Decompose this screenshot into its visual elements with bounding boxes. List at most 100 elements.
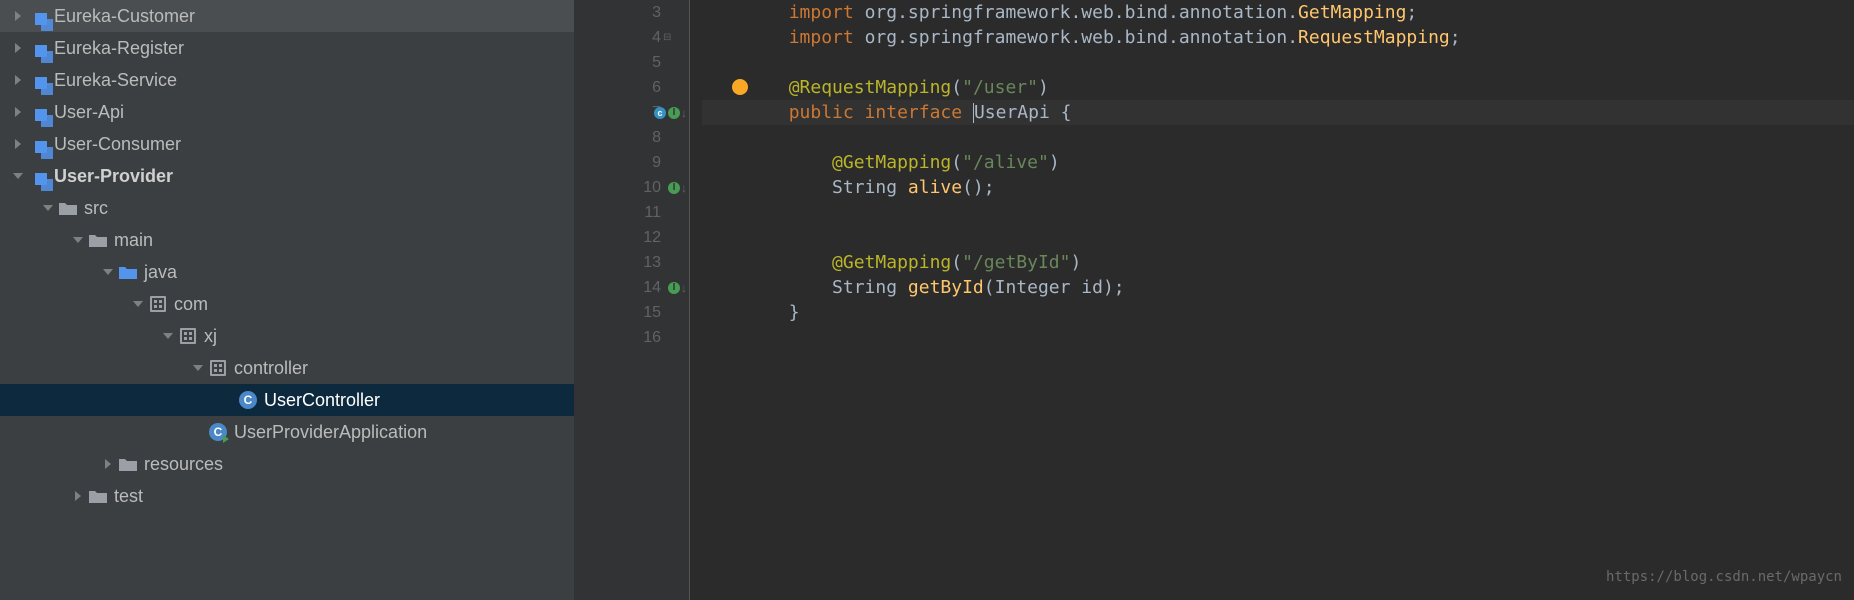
class-icon: C (238, 390, 258, 410)
gutter: 34⊟567c8910111213141516 (575, 0, 690, 600)
code-line[interactable]: import org.springframework.web.bind.anno… (702, 0, 1854, 25)
tree-item-label: controller (234, 358, 308, 379)
code-content[interactable]: import org.springframework.web.bind.anno… (690, 0, 1854, 600)
folder-icon (58, 198, 78, 218)
module-icon (28, 134, 48, 154)
tree-item-usercontroller[interactable]: C UserController (0, 384, 574, 416)
tree-item-test[interactable]: test (0, 480, 574, 512)
code-line[interactable]: @RequestMapping("/user") (702, 75, 1854, 100)
tree-item-label: Eureka-Register (54, 38, 184, 59)
expand-arrow-icon[interactable] (8, 75, 28, 85)
tree-item-resources[interactable]: resources (0, 448, 574, 480)
expand-arrow-icon[interactable] (188, 363, 208, 373)
gutter-line[interactable]: 11 (575, 200, 689, 225)
tree-item-label: User-Consumer (54, 134, 181, 155)
tree-item-com[interactable]: com (0, 288, 574, 320)
expand-arrow-icon[interactable] (38, 203, 58, 213)
gutter-line[interactable]: 7c (575, 100, 689, 125)
tree-item-user-provider[interactable]: User-Provider (0, 160, 574, 192)
code-line[interactable]: } (702, 300, 1854, 325)
code-line[interactable] (702, 50, 1854, 75)
gutter-line[interactable]: 13 (575, 250, 689, 275)
code-line[interactable] (702, 200, 1854, 225)
gutter-line[interactable]: 8 (575, 125, 689, 150)
tree-item-eureka-service[interactable]: Eureka-Service (0, 64, 574, 96)
tree-item-label: resources (144, 454, 223, 475)
tree-item-user-api[interactable]: User-Api (0, 96, 574, 128)
expand-arrow-icon[interactable] (8, 43, 28, 53)
tree-item-label: xj (204, 326, 217, 347)
tree-item-label: java (144, 262, 177, 283)
code-line[interactable]: import org.springframework.web.bind.anno… (702, 25, 1854, 50)
tree-item-label: UserProviderApplication (234, 422, 427, 443)
tree-item-main[interactable]: main (0, 224, 574, 256)
has-implementations-icon[interactable] (668, 281, 687, 295)
tree-item-eureka-customer[interactable]: Eureka-Customer (0, 0, 574, 32)
code-line[interactable] (702, 325, 1854, 350)
expand-arrow-icon[interactable] (128, 299, 148, 309)
package-icon (178, 326, 198, 346)
gutter-line[interactable]: 15 (575, 300, 689, 325)
gutter-line[interactable]: 16 (575, 325, 689, 350)
tree-item-label: Eureka-Customer (54, 6, 195, 27)
gutter-line[interactable]: 14 (575, 275, 689, 300)
tree-item-label: src (84, 198, 108, 219)
tree-item-eureka-register[interactable]: Eureka-Register (0, 32, 574, 64)
code-line[interactable] (702, 125, 1854, 150)
code-line[interactable]: @GetMapping("/getById") (702, 250, 1854, 275)
gutter-line[interactable]: 6 (575, 75, 689, 100)
gutter-line[interactable]: 5 (575, 50, 689, 75)
tree-item-xj[interactable]: xj (0, 320, 574, 352)
tree-item-label: User-Api (54, 102, 124, 123)
folder-icon (88, 230, 108, 250)
package-icon (148, 294, 168, 314)
gutter-line[interactable]: 10 (575, 175, 689, 200)
module-icon (28, 166, 48, 186)
code-line[interactable]: String getById(Integer id); (702, 275, 1854, 300)
code-line[interactable]: @GetMapping("/alive") (702, 150, 1854, 175)
folder-icon (118, 454, 138, 474)
tree-item-label: test (114, 486, 143, 507)
module-icon (28, 70, 48, 90)
module-icon (28, 6, 48, 26)
gutter-line[interactable]: 4⊟ (575, 25, 689, 50)
package-icon (208, 358, 228, 378)
tree-item-controller[interactable]: controller (0, 352, 574, 384)
expand-arrow-icon[interactable] (8, 139, 28, 149)
code-editor[interactable]: 34⊟567c8910111213141516 import org.sprin… (575, 0, 1854, 600)
runnable-class-icon: C (208, 422, 228, 442)
module-icon (28, 102, 48, 122)
tree-item-src[interactable]: src (0, 192, 574, 224)
expand-arrow-icon[interactable] (8, 107, 28, 117)
intention-bulb-icon[interactable] (732, 79, 748, 95)
tree-item-java[interactable]: java (0, 256, 574, 288)
code-line[interactable]: public interface UserApi { (702, 100, 1854, 125)
project-tree[interactable]: Eureka-Customer Eureka-Register Eureka-Ser… (0, 0, 575, 600)
has-implementations-icon[interactable] (668, 106, 687, 120)
tree-item-label: User-Provider (54, 166, 173, 187)
expand-arrow-icon[interactable] (8, 11, 28, 21)
class-gutter-icon[interactable]: c (654, 107, 666, 119)
expand-arrow-icon[interactable] (98, 267, 118, 277)
watermark: https://blog.csdn.net/wpaycn (1606, 565, 1842, 590)
gutter-line[interactable]: 3 (575, 0, 689, 25)
code-line[interactable]: String alive(); (702, 175, 1854, 200)
folder-icon (88, 486, 108, 506)
module-icon (28, 38, 48, 58)
gutter-line[interactable]: 9 (575, 150, 689, 175)
source-folder-icon (118, 262, 138, 282)
tree-item-userproviderapplication[interactable]: C UserProviderApplication (0, 416, 574, 448)
has-implementations-icon[interactable] (668, 181, 687, 195)
expand-arrow-icon[interactable] (68, 491, 88, 501)
expand-arrow-icon[interactable] (8, 171, 28, 181)
expand-arrow-icon[interactable] (158, 331, 178, 341)
tree-item-label: UserController (264, 390, 380, 411)
fold-handle-icon[interactable]: ⊟ (663, 32, 671, 43)
expand-arrow-icon[interactable] (68, 235, 88, 245)
tree-item-label: com (174, 294, 208, 315)
tree-item-user-consumer[interactable]: User-Consumer (0, 128, 574, 160)
code-line[interactable] (702, 225, 1854, 250)
gutter-line[interactable]: 12 (575, 225, 689, 250)
expand-arrow-icon[interactable] (98, 459, 118, 469)
tree-item-label: main (114, 230, 153, 251)
